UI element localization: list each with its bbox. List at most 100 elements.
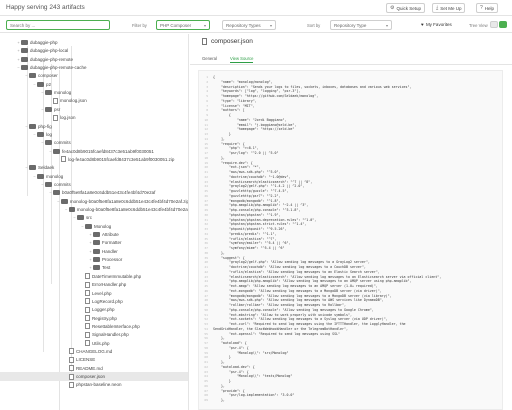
tree-item-label: fe4ac0d8b9015fcaefd8437c3e51ab9f0030051 [62,148,154,154]
tree-item-label: b0a0f5e8fa1a8e0c6ddb51e43c4fe4bf4d70e2af [62,190,156,196]
file-icon [85,306,90,313]
tree-item-label: DateTimeImmutable.php [92,273,142,279]
tree-item-label: Logger.php [92,307,115,313]
tree-item-label: Utils.php [92,340,110,346]
tree-view-label: Tree View [469,23,488,28]
my-favorites-label: My Favorites [425,22,452,27]
folder-icon [53,190,60,196]
tree-item-label: monolog-b0a0f5e8fa1a8e0c6ddb51e43c4fe4bf… [69,198,189,204]
chevron-down-icon: ▾ [203,23,206,28]
source-code-panel[interactable]: 1 2 3 4 5 6 7 8 9 10 11 12 13 14 15 16 17 18 19 20 21 22 23 24 2… [198,70,503,410]
file-icon [53,97,58,104]
help-label: Help [484,5,495,11]
file-icon [69,373,74,380]
tree-item-label: monolog [54,90,72,96]
folder-icon [93,240,100,246]
tree-file[interactable]: phpstan-baseline.neon [0,380,188,389]
folder-icon [93,265,100,271]
tree-item-label: commits [54,140,71,146]
folder-icon [21,48,28,54]
repository-types-select[interactable]: Repository Types ▾ [222,20,276,30]
tree-item-label: composer.json [76,374,106,379]
line-number: 69 [204,398,208,402]
folder-icon [45,106,52,112]
tree-item-label: Attribute [102,232,119,238]
file-icon [69,365,74,372]
search-box[interactable] [6,20,110,30]
sort-by-label: Sort by [307,23,321,28]
help-button[interactable]: ? Help [476,3,499,13]
tree-item-label: php-fig [38,123,52,129]
file-icon [61,156,66,163]
folder-icon [60,198,68,204]
sort-by-select[interactable]: Repository Type ▾ [330,20,392,30]
folder-icon [93,248,100,254]
set-me-up-button[interactable]: ⤓ Set Me Up [432,3,466,13]
sort-by-value: Repository Type [334,22,367,28]
folder-icon [45,140,52,146]
folder-icon [37,173,44,179]
folder-icon [68,207,75,212]
tree-item-label: commits [54,181,71,187]
folder-icon [77,215,84,221]
tab-general[interactable]: General [202,56,217,61]
chevron-down-icon: ▾ [269,23,272,28]
tree-item-label: dubaggie-php-remote-cache [30,65,87,71]
viewer-tabs: General View Source [190,55,512,65]
folder-icon [21,56,28,62]
tree-item-label: Level.php [92,290,112,296]
tree-item-label: README.md [76,365,103,371]
file-icon [53,114,58,121]
folder-icon [29,73,36,79]
file-icon [202,38,207,45]
repository-types-value: Repository Types [226,22,261,28]
tree-item-label: LogRecord.php [92,298,123,304]
heart-icon: ♥ [421,22,424,27]
tree-view-toggle[interactable] [499,21,507,28]
help-icon: ? [480,5,483,11]
repository-tree: + dubaggie-php + dubaggie-php-local + dubaggi… [0,34,189,410]
filter-by-value: PHP Composer [160,22,192,28]
file-icon [85,290,90,296]
file-icon [85,340,90,347]
tree-item-label: log [46,131,53,137]
folder-icon [93,257,100,263]
tree-item-label: composer [38,73,58,79]
code-line: }, [213,398,225,402]
quick-setup-button[interactable]: ⚙ Quick Setup [386,3,425,13]
tab-view-source[interactable]: View Source [230,56,254,63]
file-icon [85,331,90,338]
tree-item-label: monolog.json [60,98,87,104]
tree-item-label: CHANGELOG.md [76,348,113,354]
folder-icon [37,131,44,137]
list-view-toggle[interactable] [490,21,498,28]
tree-item-label: log.json [60,115,76,121]
tree-item-label: p2 [46,81,52,87]
my-favorites-toggle[interactable]: ♥ My Favorites [421,22,452,27]
set-me-up-label: Set Me Up [440,5,462,11]
tree-item-label: Handler [102,248,118,254]
file-title: composer.json [211,38,253,45]
collapse-icon[interactable]: − [64,207,69,212]
file-icon [85,273,90,280]
line-numbers: 1 2 3 4 5 6 7 8 9 10 11 12 13 14 15 16 17 18 19 20 21 22 23 24 2… [199,75,209,403]
tree-item-label: Processor [102,257,123,263]
filter-by-select[interactable]: PHP Composer ▾ [156,20,210,30]
file-header: composer.json [202,38,253,45]
file-icon [85,323,90,330]
file-icon [85,315,90,322]
file-icon [69,356,74,363]
tree-item-label: Monolog [94,223,112,229]
top-bar: Happy serving 243 artifacts ⚙ Quick Setu… [0,0,512,16]
file-icon [85,281,90,288]
tree-item-label: monolog-b0a0f5e8fa1a8e0c6ddb51e43c4fe4bf… [76,207,189,212]
folder-icon [21,40,28,45]
tree-item-label: phpstan-baseline.neon [76,382,122,388]
file-viewer: composer.json General View Source 123456… [190,34,512,410]
folder-icon [45,90,52,96]
folder-icon [93,232,100,238]
file-icon [69,348,74,355]
chevron-down-icon: ▾ [385,23,388,28]
search-input[interactable] [7,21,109,29]
folder-icon [53,148,60,154]
